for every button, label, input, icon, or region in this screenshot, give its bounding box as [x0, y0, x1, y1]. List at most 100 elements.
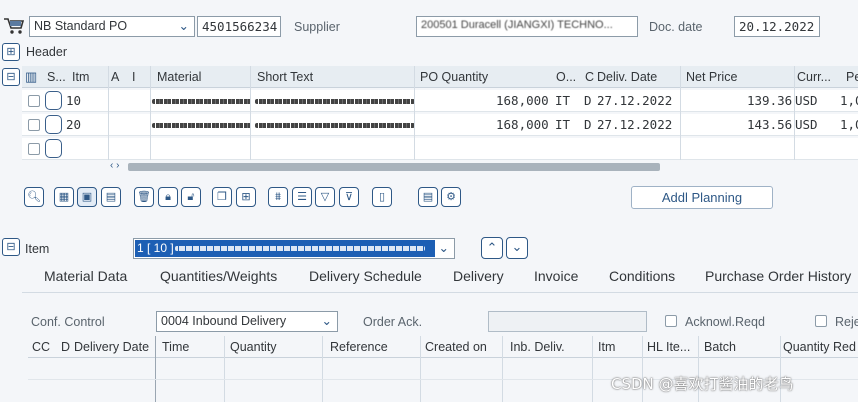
col-separator [250, 66, 251, 160]
col-o[interactable]: O... [556, 70, 576, 84]
row-selector[interactable] [45, 115, 62, 134]
tab-material-data[interactable]: Material Data [44, 268, 127, 284]
col-itm[interactable]: Itm [598, 340, 615, 354]
items-table-header: ▥ S... Itm A I Material Short Text PO Qu… [22, 66, 858, 88]
col-time[interactable]: Time [162, 340, 189, 354]
row-checkbox[interactable] [28, 119, 40, 131]
acknowl-reqd-checkbox[interactable] [665, 315, 677, 327]
row-po-quantity: 168,000 [496, 93, 549, 108]
col-reference[interactable]: Reference [330, 340, 388, 354]
item-select[interactable]: 1 [ 10 ] ⌄ [133, 238, 455, 259]
doc-date-field[interactable]: 20.12.2022 [734, 16, 820, 37]
layout-settings-icon[interactable]: ⚙︎ [441, 187, 461, 207]
lock-icon[interactable]: 🔒︎ [158, 187, 178, 207]
previous-item-button[interactable]: ⌃ [481, 237, 503, 259]
sort-ascending-icon[interactable]: ⩩ [268, 187, 288, 207]
col-pe[interactable]: Pe [846, 70, 858, 84]
conf-control-select[interactable]: 0004 Inbound Delivery ⌄ [156, 311, 338, 332]
zoom-icon[interactable]: 🔍︎ [24, 187, 44, 207]
horizontal-scrollbar[interactable] [128, 163, 660, 171]
row-curr: USD [795, 117, 818, 132]
col-itm[interactable]: Itm [72, 70, 89, 84]
redacted-item-text [175, 246, 425, 251]
col-cc[interactable]: CC [32, 340, 50, 354]
col-status[interactable]: S... [47, 70, 66, 84]
document-icon[interactable]: ▯ [372, 187, 392, 207]
rejected-label: Reje [835, 315, 858, 329]
col-a[interactable]: A [111, 70, 119, 84]
table-row-empty[interactable] [22, 138, 858, 160]
col-deliv-date[interactable]: Deliv. Date [597, 70, 657, 84]
table-row[interactable]: 20 168,000 IT D 27.12.2022 143.56 USD 1,… [22, 114, 858, 136]
filter-icon[interactable]: ▽ [315, 187, 335, 207]
column-settings-icon[interactable]: ▥ [25, 69, 37, 85]
acknowl-reqd-label: Acknowl.Reqd [685, 315, 765, 329]
document-type-value: NB Standard PO [34, 19, 128, 33]
collapse-item-icon[interactable]: ⊟ [2, 238, 20, 256]
redacted-material [152, 123, 252, 128]
col-curr[interactable]: Curr... [797, 70, 831, 84]
deselect-all-icon[interactable]: ▤ [101, 187, 121, 207]
col-batch[interactable]: Batch [704, 340, 736, 354]
tab-purchase-order-history[interactable]: Purchase Order History [705, 268, 851, 284]
expand-header-icon[interactable]: ⊞ [2, 43, 20, 61]
col-net-price[interactable]: Net Price [686, 70, 737, 84]
addl-planning-button[interactable]: Addl Planning [631, 186, 773, 209]
rejected-checkbox[interactable] [815, 315, 827, 327]
col-quantity-red[interactable]: Quantity Red [783, 340, 856, 354]
chevron-down-icon: ⌄ [438, 241, 449, 255]
row-net-price: 139.36 [747, 93, 793, 108]
next-item-button[interactable]: ⌄ [506, 237, 528, 259]
split-icon[interactable]: ⊞ [236, 187, 256, 207]
tab-delivery[interactable]: Delivery [453, 268, 504, 284]
collapse-items-icon[interactable]: ⊟ [2, 68, 20, 86]
item-section-label: Item [25, 242, 50, 256]
sort-descending-icon[interactable]: ☰ [292, 187, 312, 207]
col-material[interactable]: Material [157, 70, 201, 84]
row-o: IT [555, 117, 571, 132]
supplier-value: 200501 Duracell (JIANGXI) TECHNO... [421, 19, 613, 31]
row-deliv-date: 27.12.2022 [597, 93, 673, 108]
row-selector[interactable] [45, 91, 62, 110]
redacted-short-text [255, 123, 415, 128]
row-c: D [584, 117, 592, 132]
tab-conditions[interactable]: Conditions [609, 268, 675, 284]
table-row[interactable]: 10 168,000 IT D 27.12.2022 139.36 USD 1,… [22, 90, 858, 112]
col-separator [108, 66, 109, 160]
col-separator [794, 66, 795, 160]
col-delivery-date[interactable]: Delivery Date [74, 340, 149, 354]
select-all-icon[interactable]: ▦ [54, 187, 74, 207]
tab-divider [22, 292, 858, 293]
po-number-field[interactable]: 4501566234 [197, 16, 281, 37]
col-quantity[interactable]: Quantity [230, 340, 277, 354]
col-hl-item[interactable]: HL Ite... [647, 340, 690, 354]
unlock-icon[interactable]: 🔓︎ [181, 187, 201, 207]
row-itm: 10 [66, 93, 82, 108]
row-checkbox[interactable] [28, 143, 40, 155]
col-short-text[interactable]: Short Text [257, 70, 313, 84]
tab-delivery-schedule[interactable]: Delivery Schedule [309, 268, 422, 284]
order-ack-field[interactable] [488, 311, 647, 332]
redacted-material [152, 99, 252, 104]
select-block-icon[interactable]: ▣ [77, 187, 97, 207]
supplier-field[interactable]: 200501 Duracell (JIANGXI) TECHNO... [416, 16, 638, 37]
conf-control-label: Conf. Control [31, 315, 105, 329]
delete-icon[interactable]: 🗑︎ [134, 187, 154, 207]
layout-icon[interactable]: ▤ [418, 187, 438, 207]
col-d[interactable]: D [61, 340, 70, 354]
copy-icon[interactable]: ❐ [212, 187, 232, 207]
row-checkbox[interactable] [28, 95, 40, 107]
redacted-short-text [255, 99, 415, 104]
col-po-quantity[interactable]: PO Quantity [420, 70, 488, 84]
tab-quantities-weights[interactable]: Quantities/Weights [160, 268, 277, 284]
tab-invoice[interactable]: Invoice [534, 268, 578, 284]
filter-settings-icon[interactable]: ⊽ [339, 187, 359, 207]
col-created-on[interactable]: Created on [425, 340, 487, 354]
col-c[interactable]: C [585, 70, 594, 84]
col-i[interactable]: I [132, 70, 135, 84]
document-type-select[interactable]: NB Standard PO ⌄ [29, 16, 195, 37]
row-selector[interactable] [45, 139, 62, 158]
col-inb-deliv[interactable]: Inb. Deliv. [510, 340, 565, 354]
col-separator [414, 66, 415, 160]
scroll-arrows[interactable]: ‹ › [110, 160, 119, 171]
